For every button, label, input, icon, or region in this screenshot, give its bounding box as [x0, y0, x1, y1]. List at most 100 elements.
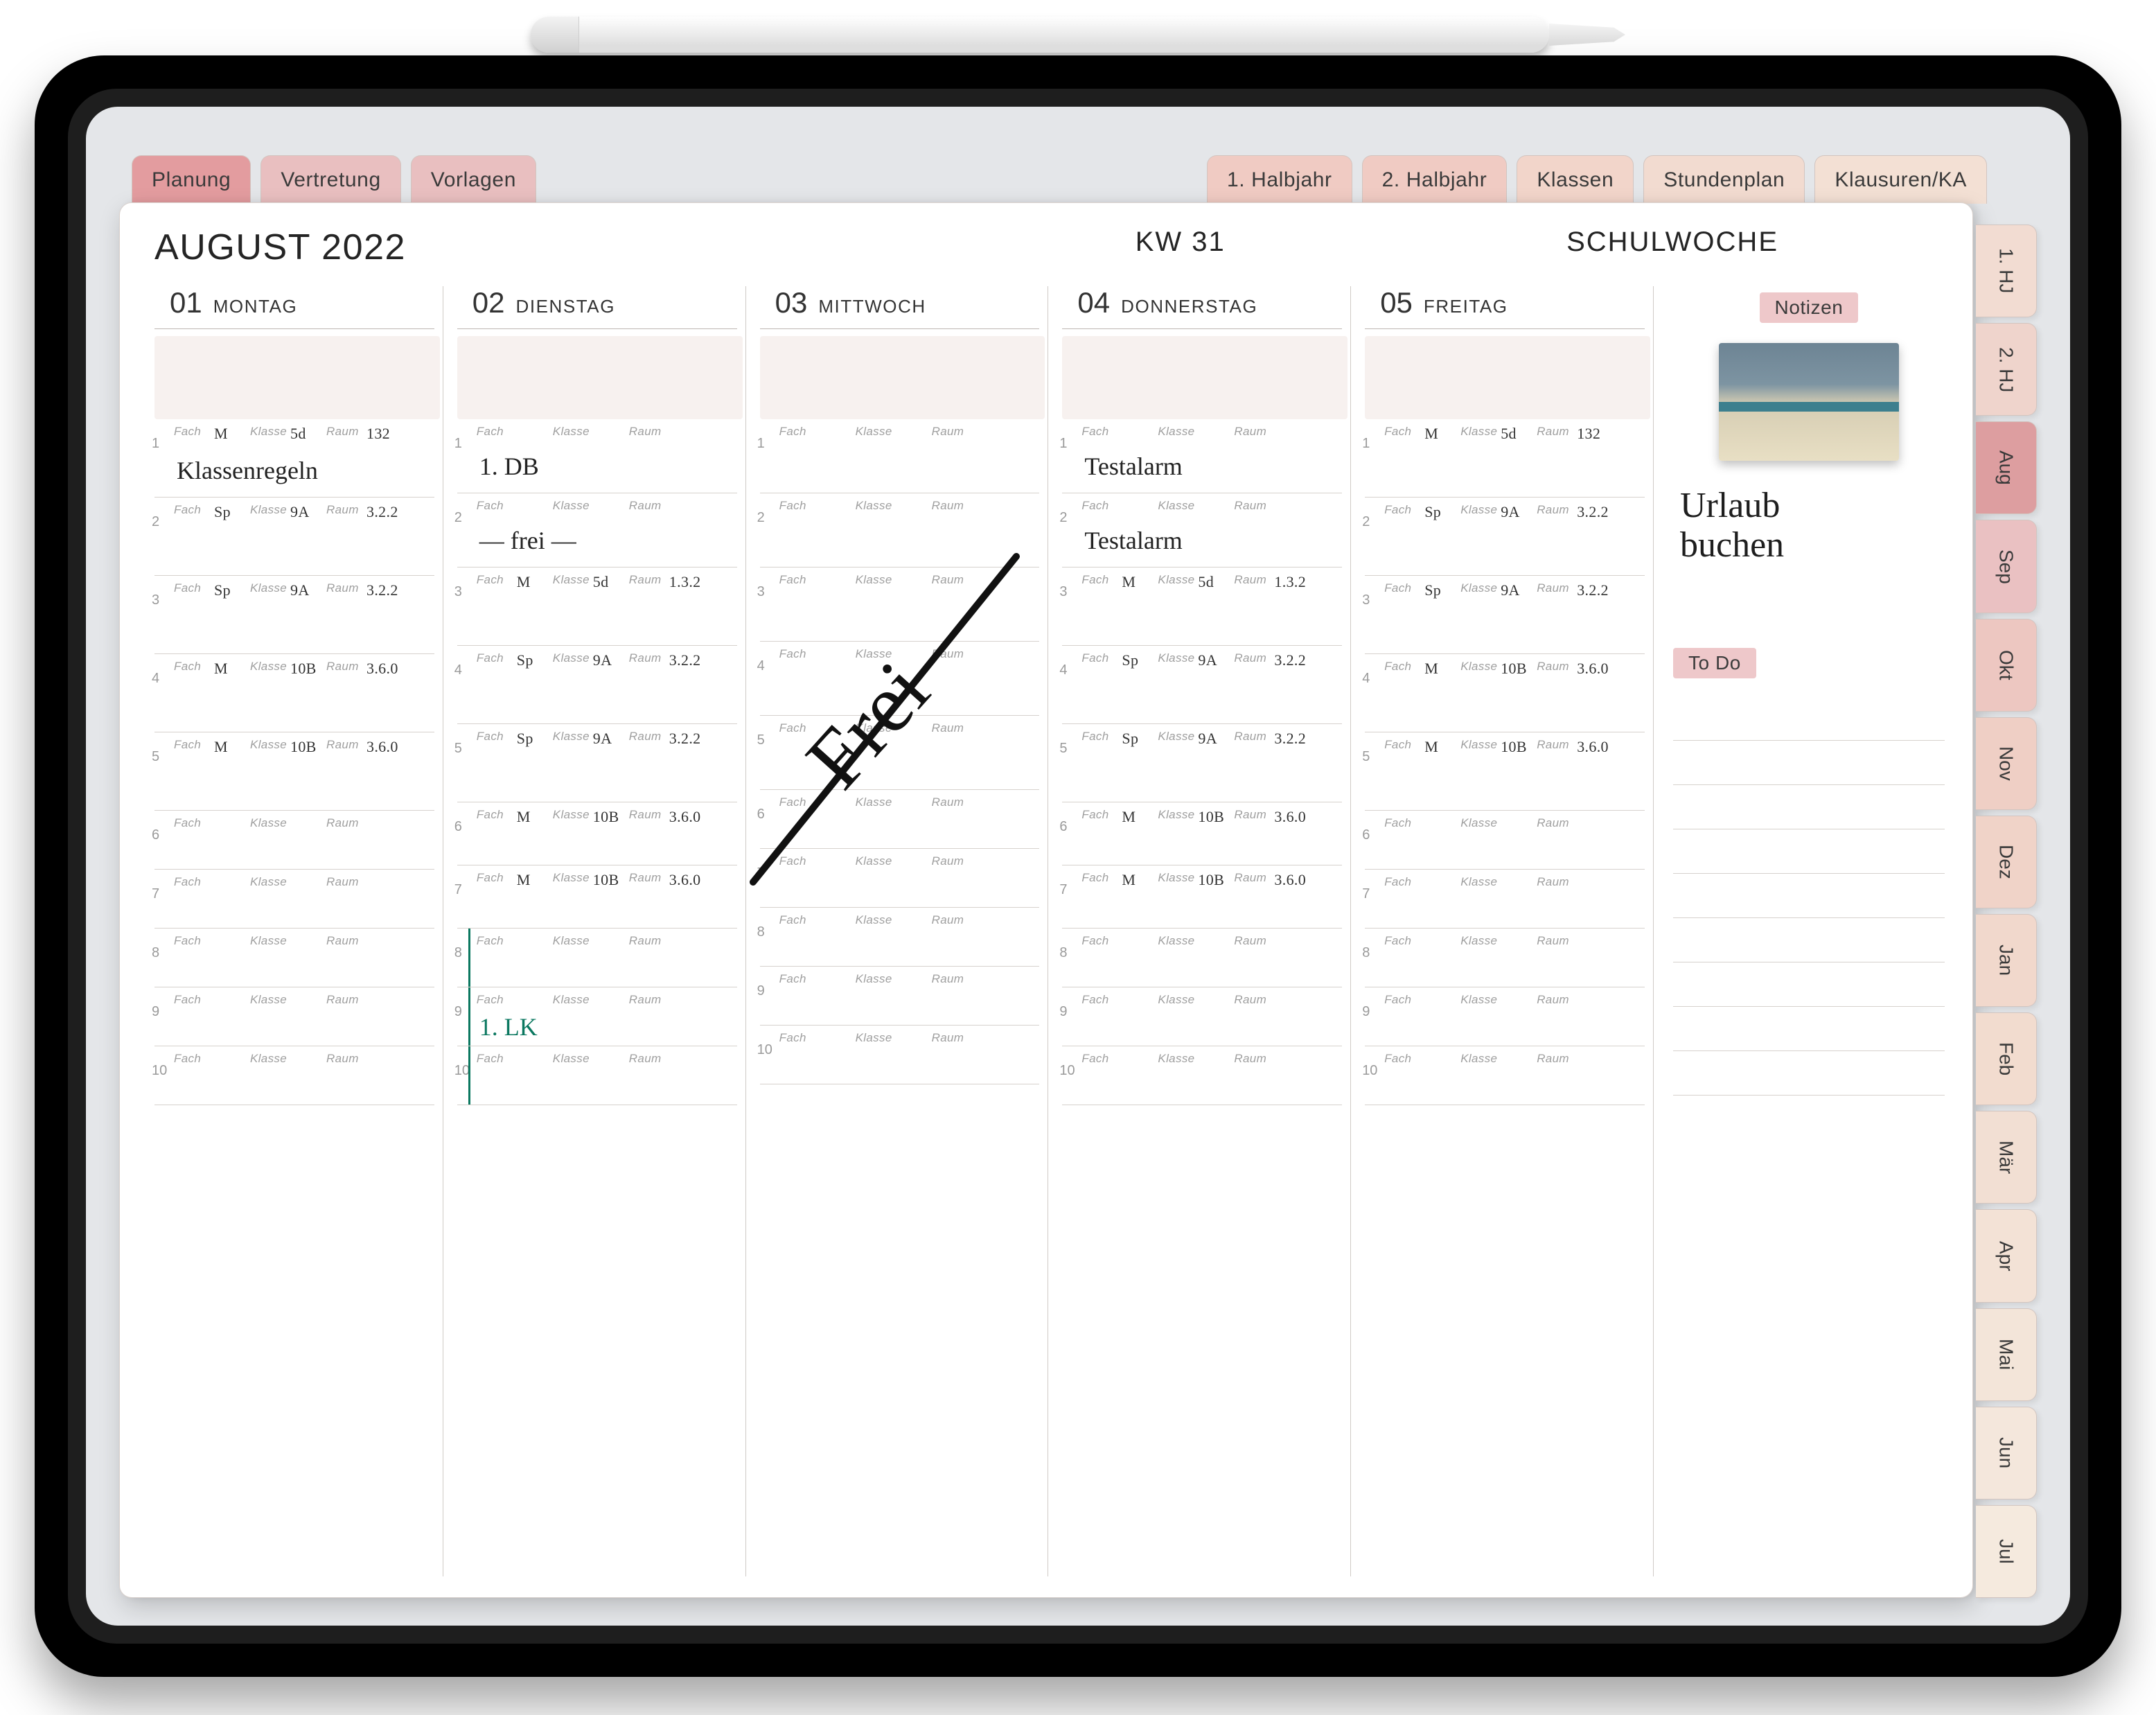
- lesson-slot[interactable]: 6FachMKlasse10BRaum3.6.0: [1062, 802, 1342, 865]
- lesson-slot[interactable]: 6FachKlasseRaum: [1365, 811, 1645, 870]
- side-tab-okt[interactable]: Okt: [1976, 619, 2037, 712]
- slot-note[interactable]: [760, 513, 1040, 567]
- slot-note[interactable]: [154, 521, 434, 575]
- day-column[interactable]: 04DONNERSTAG1FachKlasseRaumTestalarm2Fac…: [1048, 286, 1351, 1576]
- slot-note[interactable]: [1365, 889, 1645, 928]
- lesson-slot[interactable]: 10FachKlasseRaum: [1365, 1046, 1645, 1105]
- tab-klausuren[interactable]: Klausuren/KA: [1814, 155, 1987, 204]
- slot-note[interactable]: [457, 669, 737, 723]
- lesson-slot[interactable]: 3FachKlasseRaum: [760, 568, 1040, 642]
- lesson-slot[interactable]: 4FachMKlasse10BRaum3.6.0: [1365, 654, 1645, 732]
- lesson-slot[interactable]: 9FachKlasseRaum: [760, 967, 1040, 1026]
- lesson-slot[interactable]: 2FachSpKlasse9ARaum3.2.2: [1365, 498, 1645, 576]
- slot-note[interactable]: [154, 756, 434, 810]
- lesson-slot[interactable]: 7FachKlasseRaum: [760, 849, 1040, 908]
- slot-note[interactable]: [760, 439, 1040, 493]
- tab-klassen[interactable]: Klassen: [1517, 155, 1634, 204]
- slot-note[interactable]: [457, 591, 737, 645]
- lesson-slot[interactable]: 9FachKlasseRaum1. LK: [457, 987, 737, 1046]
- lesson-slot[interactable]: 3FachMKlasse5dRaum1.3.2: [1062, 568, 1342, 646]
- todo-line[interactable]: [1673, 918, 1945, 962]
- tab-2-halbjahr[interactable]: 2. Halbjahr: [1362, 155, 1508, 204]
- slot-note[interactable]: [154, 1007, 434, 1046]
- lesson-slot[interactable]: 6FachKlasseRaum: [154, 811, 434, 870]
- lesson-slot[interactable]: 8FachKlasseRaum: [760, 908, 1040, 967]
- side-tab-mar[interactable]: Mär: [1976, 1111, 2037, 1204]
- lesson-slot[interactable]: 6FachKlasseRaum: [760, 790, 1040, 849]
- todo-line[interactable]: [1673, 829, 1945, 874]
- side-tab-2hj[interactable]: 2. HJ: [1976, 323, 2037, 416]
- slot-note[interactable]: [154, 889, 434, 928]
- slot-note[interactable]: — frei —: [457, 513, 737, 567]
- slot-note[interactable]: [154, 948, 434, 987]
- lesson-slot[interactable]: 2FachSpKlasse9ARaum3.2.2: [154, 498, 434, 576]
- slot-note[interactable]: [760, 661, 1040, 715]
- slot-note[interactable]: [760, 587, 1040, 641]
- lesson-slot[interactable]: 5FachKlasseRaum: [760, 716, 1040, 790]
- lesson-slot[interactable]: 1FachKlasseRaumTestalarm: [1062, 419, 1342, 493]
- lesson-slot[interactable]: 10FachKlasseRaum: [154, 1046, 434, 1105]
- slot-note[interactable]: Testalarm: [1062, 513, 1342, 567]
- slot-note[interactable]: [1365, 521, 1645, 575]
- slot-note[interactable]: [457, 948, 737, 987]
- lesson-slot[interactable]: 3FachMKlasse5dRaum1.3.2: [457, 568, 737, 646]
- day-column[interactable]: 02DIENSTAG1FachKlasseRaum1. DB2FachKlass…: [443, 286, 746, 1576]
- slot-note[interactable]: [760, 809, 1040, 848]
- tab-vertretung[interactable]: Vertretung: [260, 155, 400, 204]
- slot-note[interactable]: [1365, 948, 1645, 987]
- slot-note[interactable]: [760, 868, 1040, 907]
- lesson-slot[interactable]: 2FachKlasseRaum: [760, 493, 1040, 568]
- lesson-slot[interactable]: 4FachSpKlasse9ARaum3.2.2: [457, 646, 737, 724]
- slot-note[interactable]: [1062, 669, 1342, 723]
- slot-note[interactable]: [760, 986, 1040, 1025]
- planner-page[interactable]: AUGUST 2022 KW 31 SCHULWOCHE 01MONTAG1Fa…: [119, 202, 1973, 1598]
- lesson-slot[interactable]: 10FachKlasseRaum: [760, 1026, 1040, 1084]
- lesson-slot[interactable]: 1FachMKlasse5dRaum132: [1365, 419, 1645, 498]
- side-tab-jun[interactable]: Jun: [1976, 1407, 2037, 1499]
- day-note-area[interactable]: [457, 336, 743, 419]
- slot-note[interactable]: [1062, 948, 1342, 987]
- day-column[interactable]: 05FREITAG1FachMKlasse5dRaum1322FachSpKla…: [1351, 286, 1654, 1576]
- todo-lines[interactable]: [1673, 696, 1945, 1096]
- side-tab-jul[interactable]: Jul: [1976, 1505, 2037, 1598]
- todo-line[interactable]: [1673, 962, 1945, 1007]
- lesson-slot[interactable]: 7FachKlasseRaum: [1365, 870, 1645, 929]
- day-note-area[interactable]: [154, 336, 440, 419]
- slot-note[interactable]: [1062, 1007, 1342, 1046]
- lesson-slot[interactable]: 9FachKlasseRaum: [154, 987, 434, 1046]
- lesson-slot[interactable]: 7FachKlasseRaum: [154, 870, 434, 929]
- tab-vorlagen[interactable]: Vorlagen: [411, 155, 536, 204]
- slot-note[interactable]: [457, 826, 737, 865]
- lesson-slot[interactable]: 5FachSpKlasse9ARaum3.2.2: [1062, 724, 1342, 802]
- side-tab-feb[interactable]: Feb: [1976, 1012, 2037, 1105]
- todo-line[interactable]: [1673, 696, 1945, 741]
- lesson-slot[interactable]: 5FachMKlasse10BRaum3.6.0: [1365, 732, 1645, 811]
- lesson-slot[interactable]: 8FachKlasseRaum: [1365, 929, 1645, 987]
- slot-note[interactable]: [1365, 756, 1645, 810]
- side-tab-mai[interactable]: Mai: [1976, 1308, 2037, 1401]
- slot-note[interactable]: [1365, 830, 1645, 869]
- lesson-slot[interactable]: 4FachSpKlasse9ARaum3.2.2: [1062, 646, 1342, 724]
- side-tab-jan[interactable]: Jan: [1976, 914, 2037, 1007]
- notes-column[interactable]: Notizen Urlaub buchen To Do: [1654, 286, 1952, 1576]
- tab-planung[interactable]: Planung: [132, 155, 251, 204]
- slot-note[interactable]: 1. DB: [457, 439, 737, 493]
- todo-line[interactable]: [1673, 1051, 1945, 1096]
- lesson-slot[interactable]: 8FachKlasseRaum: [154, 929, 434, 987]
- slot-note[interactable]: [1365, 599, 1645, 653]
- day-note-area[interactable]: [1365, 336, 1650, 419]
- slot-note[interactable]: [1062, 1066, 1342, 1105]
- lesson-slot[interactable]: 5FachSpKlasse9ARaum3.2.2: [457, 724, 737, 802]
- side-tab-sep[interactable]: Sep: [1976, 520, 2037, 613]
- lesson-slot[interactable]: 5FachMKlasse10BRaum3.6.0: [154, 732, 434, 811]
- lesson-slot[interactable]: 6FachMKlasse10BRaum3.6.0: [457, 802, 737, 865]
- slot-note[interactable]: [1365, 1007, 1645, 1046]
- lesson-slot[interactable]: 3FachSpKlasse9ARaum3.2.2: [1365, 576, 1645, 654]
- tab-1-halbjahr[interactable]: 1. Halbjahr: [1207, 155, 1352, 204]
- lesson-slot[interactable]: 2FachKlasseRaumTestalarm: [1062, 493, 1342, 568]
- slot-note[interactable]: [1062, 591, 1342, 645]
- lesson-slot[interactable]: 4FachMKlasse10BRaum3.6.0: [154, 654, 434, 732]
- slot-note[interactable]: [760, 1045, 1040, 1084]
- slot-note[interactable]: [760, 927, 1040, 966]
- todo-line[interactable]: [1673, 785, 1945, 829]
